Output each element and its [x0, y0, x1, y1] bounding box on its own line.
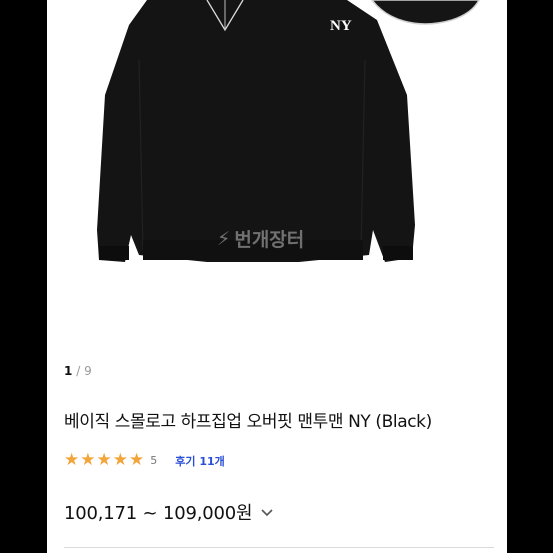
image-pager: 1 / 9 [64, 364, 92, 378]
star-rating: ★ ★ ★ ★ ★ [64, 452, 144, 469]
bunjang-watermark: ⚡ 번개장터 [217, 225, 304, 252]
star-icon: ★ [129, 450, 145, 470]
left-cuff [99, 246, 129, 260]
pager-separator: / [76, 364, 81, 378]
product-detail-screen: NY ⚡ 번개장터 1 / 9 베이직 스몰로고 하프집업 오버핏 맨투맨 NY… [47, 0, 507, 553]
lightning-bolt-icon: ⚡ [217, 227, 231, 250]
star-icon: ★ [96, 450, 112, 470]
sweatshirt-illustration: NY [97, 0, 480, 262]
zoom-detail-bubble [371, 0, 480, 25]
chevron-down-icon[interactable] [260, 502, 274, 523]
pager-total: 9 [84, 364, 92, 378]
watermark-label: 번개장터 [234, 229, 305, 251]
ny-logo: NY [330, 18, 352, 34]
star-icon: ★ [80, 450, 96, 470]
rating-value: 5 [150, 454, 158, 467]
divider [64, 547, 494, 548]
right-cuff [383, 246, 413, 260]
product-title: 베이직 스몰로고 하프집업 오버핏 맨투맨 NY (Black) [64, 412, 432, 432]
star-icon: ★ [112, 450, 128, 470]
review-count-link[interactable]: 후기 11개 [175, 453, 225, 469]
price-row[interactable]: 100,171 ~ 109,000원 [64, 499, 274, 525]
star-icon: ★ [64, 450, 80, 470]
price-range: 100,171 ~ 109,000원 [64, 503, 253, 524]
product-image[interactable]: NY ⚡ 번개장터 [47, 0, 507, 350]
sweatshirt-body [97, 0, 415, 262]
rating-row: ★ ★ ★ ★ ★ 5 후기 11개 [64, 452, 225, 469]
pager-current: 1 [64, 364, 73, 378]
